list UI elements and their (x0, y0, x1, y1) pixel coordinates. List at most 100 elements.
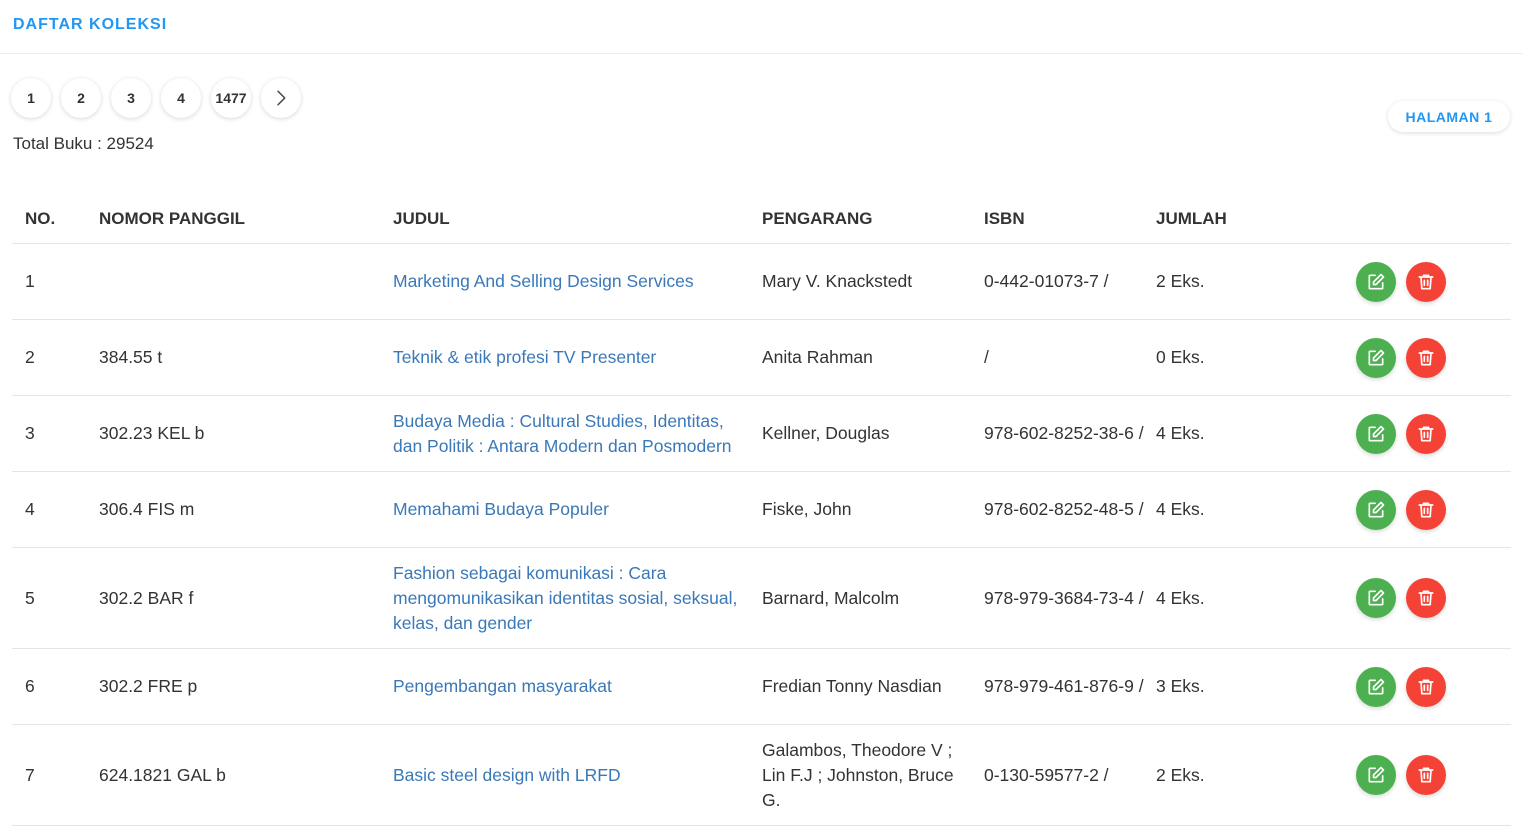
table-row: 6 302.2 FRE p Pengembangan masyarakat Fredi… (12, 648, 1511, 725)
cell-jumlah: 4 Eks. (1156, 547, 1356, 649)
pagination: 1 2 3 4 1477 (11, 78, 311, 120)
edit-icon (1366, 500, 1386, 520)
table-body: 1 Marketing And Selling Design Services Ma… (12, 243, 1511, 826)
delete-button[interactable] (1406, 413, 1446, 454)
cell-pengarang: Fredian Tonny Nasdian (762, 648, 984, 725)
page-button-3[interactable]: 3 (111, 78, 151, 118)
row-actions (1356, 413, 1511, 454)
row-actions (1356, 489, 1511, 530)
header-actions (1356, 195, 1511, 244)
cell-jumlah: 2 Eks. (1156, 724, 1356, 826)
page-title: DAFTAR KOLEKSI (13, 16, 168, 33)
header-nomor-panggil: NOMOR PANGGIL (99, 195, 393, 244)
header-isbn: ISBN (984, 195, 1156, 244)
cell-nomor-panggil: 306.4 FIS m (99, 471, 393, 548)
edit-icon (1366, 677, 1386, 697)
book-title-link[interactable]: Basic steel design with LRFD (393, 765, 621, 785)
book-title-link[interactable]: Marketing And Selling Design Services (393, 271, 694, 291)
page-button-last[interactable]: 1477 (211, 78, 251, 118)
edit-icon (1366, 588, 1386, 608)
cell-jumlah: 4 Eks. (1156, 471, 1356, 548)
cell-nomor-panggil: 624.1821 GAL b (99, 724, 393, 826)
edit-button[interactable] (1356, 666, 1396, 707)
edit-button[interactable] (1356, 413, 1396, 454)
delete-button[interactable] (1406, 666, 1446, 707)
page-button-2[interactable]: 2 (61, 78, 101, 118)
cell-no: 5 (12, 547, 99, 649)
edit-icon (1366, 765, 1386, 785)
cell-isbn: 0-130-59577-2 / (984, 724, 1156, 826)
collection-table: NO. NOMOR PANGGIL JUDUL PENGARANG ISBN J… (12, 195, 1511, 826)
cell-no: 4 (12, 471, 99, 548)
cell-nomor-panggil: 302.2 BAR f (99, 547, 393, 649)
header-jumlah: JUMLAH (1156, 195, 1356, 244)
table-header-row: NO. NOMOR PANGGIL JUDUL PENGARANG ISBN J… (12, 195, 1511, 244)
cell-pengarang: Anita Rahman (762, 319, 984, 396)
header-judul: JUDUL (393, 195, 762, 244)
trash-icon (1416, 500, 1436, 520)
row-actions (1356, 578, 1511, 618)
book-title-link[interactable]: Budaya Media : Cultural Studies, Identit… (393, 411, 732, 456)
total-books: Total Buku : 29524 (13, 134, 154, 153)
cell-isbn: 0-442-01073-7 / (984, 243, 1156, 320)
cell-no: 3 (12, 395, 99, 472)
header-pengarang: PENGARANG (762, 195, 984, 244)
cell-nomor-panggil (99, 243, 393, 320)
cell-pengarang: Barnard, Malcolm (762, 547, 984, 649)
table-row: 5 302.2 BAR f Fashion sebagai komunikasi :… (12, 547, 1511, 649)
cell-no: 1 (12, 243, 99, 320)
cell-no: 2 (12, 319, 99, 396)
delete-button[interactable] (1406, 489, 1446, 530)
book-title-link[interactable]: Pengembangan masyarakat (393, 676, 612, 696)
edit-button[interactable] (1356, 755, 1396, 795)
delete-button[interactable] (1406, 755, 1446, 795)
page-header: DAFTAR KOLEKSI (0, 0, 1523, 54)
cell-nomor-panggil: 302.23 KEL b (99, 395, 393, 472)
book-title-link[interactable]: Fashion sebagai komunikasi : Cara mengom… (393, 563, 737, 633)
delete-button[interactable] (1406, 261, 1446, 302)
cell-isbn: / (984, 319, 1156, 396)
cell-no: 6 (12, 648, 99, 725)
next-page-button[interactable] (261, 78, 301, 118)
trash-icon (1416, 677, 1436, 697)
trash-icon (1416, 765, 1436, 785)
cell-jumlah: 4 Eks. (1156, 395, 1356, 472)
edit-button[interactable] (1356, 337, 1396, 378)
row-actions (1356, 337, 1511, 378)
chevron-right-icon (277, 90, 286, 106)
trash-icon (1416, 424, 1436, 444)
trash-icon (1416, 272, 1436, 292)
header-no: NO. (12, 195, 99, 244)
row-actions (1356, 261, 1511, 302)
edit-icon (1366, 272, 1386, 292)
page-button-4[interactable]: 4 (161, 78, 201, 118)
trash-icon (1416, 348, 1436, 368)
table-row: 2 384.55 t Teknik & etik profesi TV Presen… (12, 319, 1511, 396)
cell-nomor-panggil: 384.55 t (99, 319, 393, 396)
table-row: 3 302.23 KEL b Budaya Media : Cultural Stu… (12, 395, 1511, 472)
cell-isbn: 978-602-8252-38-6 / (984, 395, 1156, 472)
edit-button[interactable] (1356, 489, 1396, 530)
cell-nomor-panggil: 302.2 FRE p (99, 648, 393, 725)
cell-pengarang: Fiske, John (762, 471, 984, 548)
book-title-link[interactable]: Teknik & etik profesi TV Presenter (393, 347, 656, 367)
book-title-link[interactable]: Memahami Budaya Populer (393, 499, 609, 519)
row-actions (1356, 755, 1511, 795)
edit-button[interactable] (1356, 261, 1396, 302)
delete-button[interactable] (1406, 337, 1446, 378)
cell-jumlah: 0 Eks. (1156, 319, 1356, 396)
cell-isbn: 978-979-3684-73-4 / (984, 547, 1156, 649)
edit-icon (1366, 348, 1386, 368)
cell-pengarang: Galambos, Theodore V ; Lin F.J ; Johnsto… (762, 724, 984, 826)
cell-jumlah: 2 Eks. (1156, 243, 1356, 320)
cell-jumlah: 3 Eks. (1156, 648, 1356, 725)
delete-button[interactable] (1406, 578, 1446, 618)
trash-icon (1416, 588, 1436, 608)
table-row: 4 306.4 FIS m Memahami Budaya Populer Fiske… (12, 471, 1511, 548)
table-row: 1 Marketing And Selling Design Services Ma… (12, 243, 1511, 320)
page-button-1[interactable]: 1 (11, 78, 51, 118)
table-row: 7 624.1821 GAL b Basic steel design with L… (12, 724, 1511, 826)
edit-button[interactable] (1356, 578, 1396, 618)
cell-isbn: 978-979-461-876-9 / (984, 648, 1156, 725)
cell-pengarang: Mary V. Knackstedt (762, 243, 984, 320)
